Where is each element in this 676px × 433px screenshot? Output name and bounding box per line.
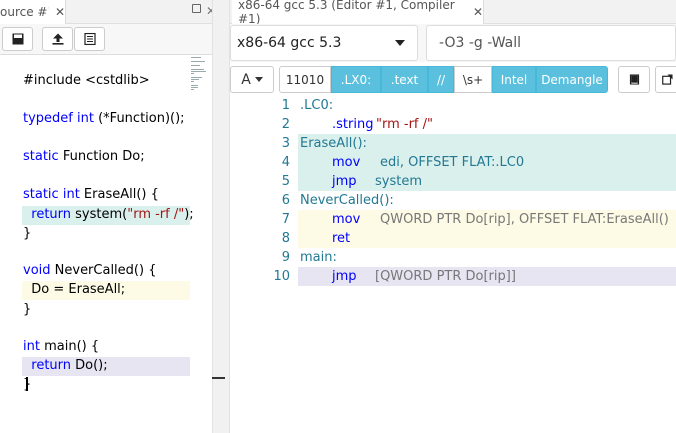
upload-button[interactable] [42,27,73,51]
pane-splitter[interactable] [212,0,230,433]
source-pane: ource #1 ✕ ✕ [0,0,216,433]
asm-operand: system [375,174,422,189]
asm-instruction: jmp [332,269,357,284]
asm-instruction: jmp [332,174,357,189]
external-link-icon [661,74,673,85]
compiler-pane: x86-64 gcc 5.3 (Editor #1, Compiler #1) … [230,0,676,433]
close-icon[interactable]: ✕ [473,5,483,19]
save-icon [12,33,23,45]
asm-operand: [QWORD PTR Do[rip]] [375,269,516,284]
asm-label: .LC0: [300,98,334,113]
intel-toggle[interactable]: Intel [492,66,536,93]
line-number: 10 [273,269,290,284]
chevron-down-icon [395,40,405,46]
code-line: static int EraseAll() { [23,187,159,202]
asm-directive: .string [332,117,374,132]
asm-row: 7 mov QWORD PTR Do[rip], OFFSET FLAT:Era… [230,210,676,229]
line-number: 4 [281,155,290,170]
compiler-name: x86-64 gcc 5.3 [237,35,342,51]
asm-row: 1 .LC0: [230,96,676,115]
code-line: void NeverCalled() { [23,263,157,278]
compiler-tabbar: x86-64 gcc 5.3 (Editor #1, Compiler #1) … [230,0,676,26]
font-size-button[interactable]: A [230,66,274,93]
labels-toggle[interactable]: .LX0: [331,66,381,93]
app-root: ource #1 ✕ ✕ [0,0,676,433]
asm-instruction: mov [332,155,361,170]
code-line: } [23,226,32,241]
asm-row: 8 ret [230,229,676,248]
asm-row: 4 mov edi, OFFSET FLAT:.LC0 [230,153,676,172]
asm-row: 2 .string "rm -rf /" [230,115,676,134]
popout-icon[interactable] [192,4,201,13]
binary-toggle[interactable]: 11010 [279,66,331,93]
line-number: 1 [281,98,290,113]
line-number: 7 [281,212,290,227]
scroll-marker [212,377,225,379]
asm-row: 10 jmp [QWORD PTR Do[rip]] [230,267,676,286]
source-toolbar [0,24,212,55]
asm-operand: edi, OFFSET FLAT:.LC0 [380,155,525,170]
compiler-options-value: -O3 -g -Wall [439,35,521,51]
asm-row: 5 jmp system [230,172,676,191]
tab-compiler[interactable]: x86-64 gcc 5.3 (Editor #1, Compiler #1) … [232,0,484,26]
compiler-bar: x86-64 gcc 5.3 -O3 -g -Wall [230,24,676,62]
source-editor[interactable]: #include <cstdlib> typedef int (*Functio… [0,55,194,433]
save-button[interactable] [2,27,33,51]
upload-icon [52,33,63,45]
book-icon [629,74,639,85]
book-button[interactable] [618,66,650,93]
code-line: Do = EraseAll; [23,282,126,297]
asm-string: "rm -rf /" [376,117,433,132]
line-number: 9 [281,250,290,265]
code-line: typedef int (*Function)(); [23,111,185,126]
asm-label: NeverCalled(): [300,193,394,208]
asm-label: EraseAll(): [300,136,367,151]
asm-operand: QWORD PTR Do[rip], OFFSET FLAT:EraseAll(… [380,212,669,227]
asm-row: 6 NeverCalled(): [230,191,676,210]
code-line: } [23,302,32,317]
asm-instruction: mov [332,212,361,227]
code-line: return Do(); [31,358,108,373]
list-icon [83,33,96,45]
asm-row: 9 main: [230,248,676,267]
tab-source[interactable]: ource #1 ✕ [0,0,66,24]
compiler-select[interactable]: x86-64 gcc 5.3 [230,25,418,61]
line-number: 2 [281,117,290,132]
compiler-options-input[interactable]: -O3 -g -Wall [426,25,676,61]
whitespace-toggle[interactable]: \s+ [454,66,492,93]
code-line: #include <cstdlib> [23,73,150,88]
line-number: 5 [281,174,290,189]
demangle-toggle[interactable]: Demangle [536,66,608,93]
tab-compiler-label: x86-64 gcc 5.3 (Editor #1, Compiler #1) [238,0,455,26]
code-line: return system("rm -rf /"); [31,207,194,222]
minimap[interactable] [190,55,210,375]
comments-toggle[interactable]: // [428,66,454,93]
tab-source-label: ource #1 [0,5,49,19]
line-number: 6 [281,193,290,208]
asm-instruction: ret [332,231,351,246]
font-size-label: A [241,71,251,88]
list-button[interactable] [74,27,105,51]
directives-toggle[interactable]: .text [381,66,428,93]
code-line: int main() { [23,339,100,354]
assembly-output[interactable]: 1 .LC0: 2 .string "rm -rf /" 3 EraseAll(… [230,96,676,433]
chevron-down-icon [254,77,263,82]
close-icon[interactable]: ✕ [55,5,65,19]
text-cursor [26,377,28,391]
source-tabbar: ource #1 ✕ ✕ [0,0,216,24]
line-number: 8 [281,231,290,246]
asm-label: main: [300,250,337,265]
external-link-button[interactable] [655,66,676,93]
line-number: 3 [281,136,290,151]
asm-row: 3 EraseAll(): [230,134,676,153]
code-line: static Function Do; [23,149,145,164]
